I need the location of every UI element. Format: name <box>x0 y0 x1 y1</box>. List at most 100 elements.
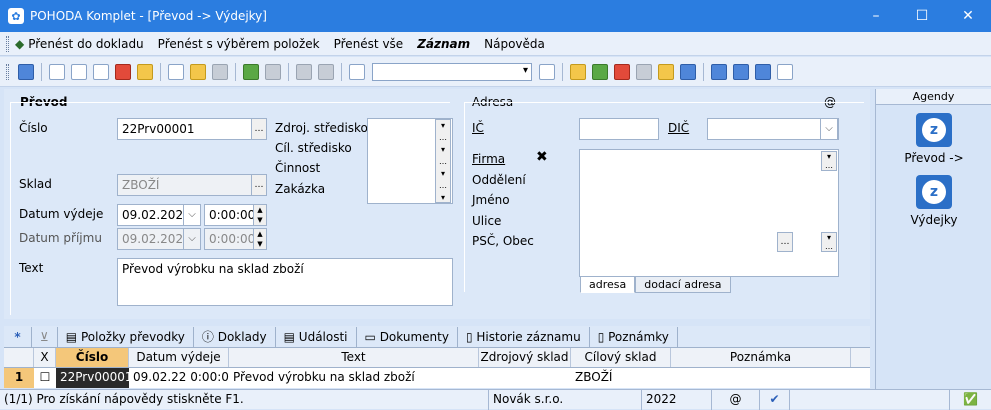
coins-icon[interactable] <box>658 63 674 80</box>
col-datum-vydeje[interactable]: Datum výdeje <box>129 348 229 367</box>
print-icon[interactable] <box>71 63 87 80</box>
save-all-icon[interactable] <box>318 63 334 80</box>
col-poznamka[interactable]: Poznámka <box>671 348 851 367</box>
filter-tab-icon[interactable]: ⊻ <box>32 326 58 347</box>
monitor-icon[interactable] <box>711 63 727 80</box>
filter-combo[interactable] <box>372 62 532 81</box>
menu-prenest-s-vyberem[interactable]: Přenést s výběrem položek <box>158 37 320 51</box>
ok-icon: ✅ <box>963 391 978 406</box>
list-icon[interactable] <box>755 63 771 80</box>
save-icon[interactable] <box>296 63 312 80</box>
grip-handle[interactable] <box>6 63 9 80</box>
email-icon[interactable] <box>137 63 153 80</box>
tab-all[interactable]: * <box>4 326 32 347</box>
record-form: Převod Číslo 22Prv00001 … Zdroj. středis… <box>4 89 870 319</box>
ic-field[interactable] <box>579 118 659 140</box>
calendar-icon[interactable] <box>614 63 630 80</box>
table-row[interactable]: 1 ☐ 22Prv00001 09.02.22 0:00:00 Převod v… <box>4 368 870 388</box>
help-icon[interactable] <box>777 63 793 80</box>
arrow-left-icon: ◆ <box>15 36 25 51</box>
tab-adresa[interactable]: adresa <box>580 276 636 293</box>
table-icon[interactable] <box>212 63 228 80</box>
iban-icon[interactable] <box>680 63 696 80</box>
copy-icon[interactable] <box>49 63 65 80</box>
menu-napoveda[interactable]: Nápověda <box>484 37 545 51</box>
tab-poznamky[interactable]: ▯ Poznámky <box>590 326 678 347</box>
panel-icon[interactable] <box>18 63 34 80</box>
status-bar: (1/1) Pro získání nápovědy stiskněte F1.… <box>0 389 991 410</box>
info-icon: ⓘ <box>201 329 218 344</box>
text-label: Text <box>19 261 44 275</box>
tab-dokumenty[interactable]: ▭ Dokumenty <box>357 326 458 347</box>
col-cilovy-sklad[interactable]: Cílový sklad <box>571 348 671 367</box>
psc-obec-label: PSČ, Obec <box>472 234 534 248</box>
money-icon[interactable] <box>592 63 608 80</box>
dic-dropdown[interactable]: ⌵ <box>820 118 838 140</box>
back-icon[interactable] <box>243 63 259 80</box>
agenda-item-vydejky[interactable]: z Výdejky <box>876 175 991 227</box>
strediska-buttons[interactable]: ▾… ▾… ▾… ▾ <box>435 119 451 203</box>
text-field[interactable]: Převod výrobku na sklad zboží <box>117 258 453 306</box>
cislo-field[interactable]: 22Prv00001 <box>117 118 255 140</box>
address-buttons[interactable]: ▾… <box>821 151 837 171</box>
calculator-icon[interactable] <box>636 63 652 80</box>
sklad-field[interactable]: ZBOŽÍ <box>117 174 255 196</box>
dic-label[interactable]: DIČ <box>668 121 689 135</box>
close-button[interactable]: ✕ <box>945 0 991 32</box>
status-company: Novák s.r.o. <box>489 389 642 410</box>
menu-prenest-vse[interactable]: Přenést vše <box>334 37 404 51</box>
sklad-select-button[interactable]: … <box>251 174 267 196</box>
status-year: 2022 <box>642 389 712 410</box>
duplicate-icon[interactable] <box>349 63 365 80</box>
tab-doklady[interactable]: ⓘ Doklady <box>194 326 276 347</box>
obec-buttons[interactable]: ▾… <box>821 232 837 252</box>
row-checkbox[interactable]: ☐ <box>34 368 56 388</box>
minimize-button[interactable]: – <box>853 0 899 32</box>
agenda-title: Agendy <box>876 89 991 105</box>
cas-vydeje-spinner[interactable]: ▲ ▼ <box>253 204 267 226</box>
address-tabs: adresa dodací adresa <box>580 276 731 293</box>
toolbar <box>0 57 991 87</box>
datum-vydeje-dropdown[interactable]: ⌵ <box>183 204 201 226</box>
cislo-select-button[interactable]: … <box>251 118 267 140</box>
datum-prijmu-dropdown[interactable]: ⌵ <box>183 228 201 250</box>
cas-prijmu-field[interactable]: 0:00:00 <box>204 228 254 250</box>
address-book-icon[interactable]: ✖ <box>536 149 548 165</box>
col-text[interactable]: Text <box>229 348 479 367</box>
grip-handle[interactable] <box>6 35 9 52</box>
status-empty <box>790 389 950 410</box>
col-cislo[interactable]: Číslo <box>56 348 129 367</box>
ic-label[interactable]: IČ <box>472 121 484 135</box>
filter-icon[interactable] <box>539 63 555 80</box>
jmeno-label: Jméno <box>472 193 510 207</box>
tab-udalosti[interactable]: ▤ Události <box>276 326 357 347</box>
col-x[interactable]: X <box>34 348 56 367</box>
new-icon[interactable] <box>168 63 184 80</box>
settings-icon[interactable] <box>265 63 281 80</box>
tab-polozky[interactable]: ▤ Položky převodky <box>58 326 194 347</box>
sklad-label: Sklad <box>19 177 52 191</box>
firma-label[interactable]: Firma <box>472 152 505 166</box>
address-field[interactable] <box>579 149 839 277</box>
cell-datum: 09.02.22 0:00:00 <box>133 370 229 384</box>
agenda-item-prevod[interactable]: z Převod -> <box>876 113 991 165</box>
pdf-icon[interactable] <box>115 63 131 80</box>
menu-prenest-do-dokladu[interactable]: Přenést do dokladu <box>28 37 143 51</box>
preview-icon[interactable] <box>93 63 109 80</box>
maximize-button[interactable]: ☐ <box>899 0 945 32</box>
datum-vydeje-label: Datum výdeje <box>19 207 104 221</box>
psc-select-button[interactable]: … <box>777 232 793 252</box>
tab-label: Doklady <box>217 329 267 344</box>
window-icon[interactable] <box>733 63 749 80</box>
tab-historie[interactable]: ▯ Historie záznamu <box>458 326 590 347</box>
folder-icon[interactable] <box>570 63 586 80</box>
tab-label: Historie záznamu <box>476 329 581 344</box>
menu-zaznam[interactable]: Záznam <box>417 37 470 51</box>
menu-bar: ◆ Přenést do dokladu Přenést s výběrem p… <box>0 32 991 56</box>
col-zdrojovy-sklad[interactable]: Zdrojový sklad <box>479 348 571 367</box>
cas-vydeje-field[interactable]: 0:00:00 <box>204 204 254 226</box>
cas-prijmu-spinner[interactable]: ▲ ▼ <box>253 228 267 250</box>
tab-dodaci-adresa[interactable]: dodací adresa <box>635 276 731 293</box>
cinnost-label: Činnost <box>275 161 321 175</box>
edit-icon[interactable] <box>190 63 206 80</box>
